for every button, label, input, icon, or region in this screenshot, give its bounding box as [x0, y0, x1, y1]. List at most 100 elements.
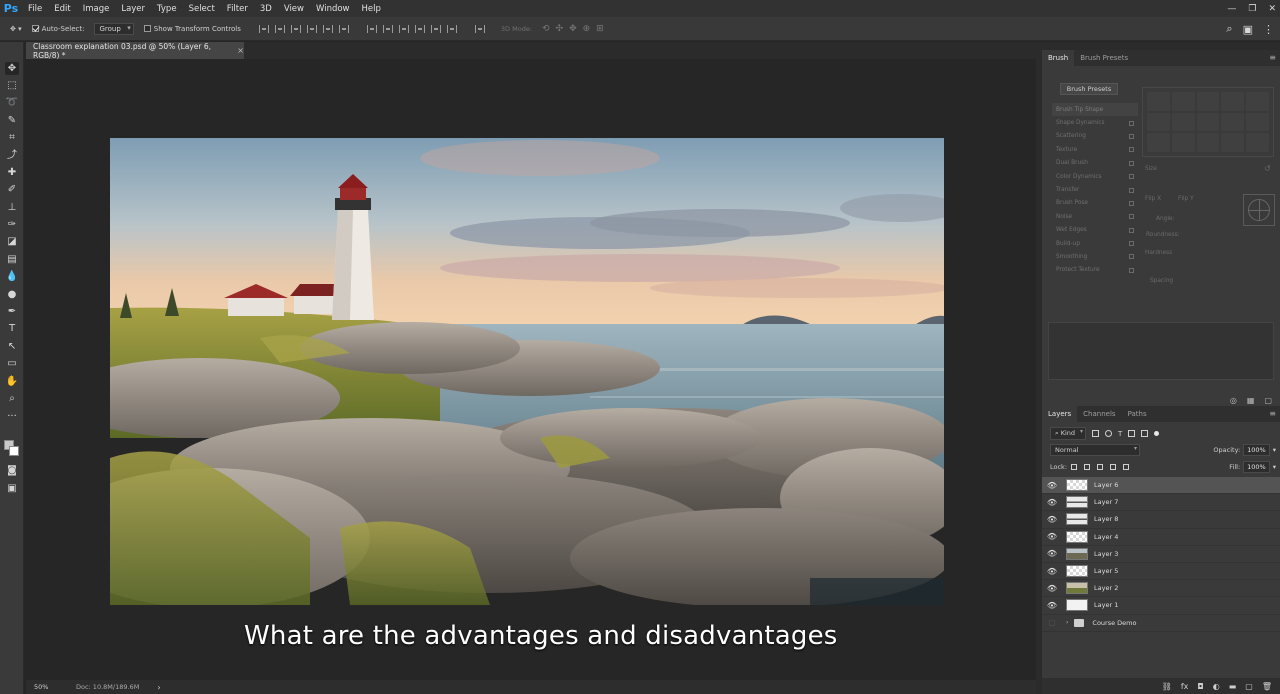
menu-window[interactable]: Window [310, 4, 356, 14]
menu-file[interactable]: File [22, 4, 48, 14]
workspace-icon[interactable]: ▣ [1243, 23, 1253, 36]
menu-view[interactable]: View [278, 4, 310, 14]
brush-tip[interactable] [1196, 92, 1220, 111]
background-color-swatch[interactable] [9, 446, 19, 456]
brush-option-row[interactable]: Protect Texture [1052, 264, 1138, 277]
lock-position-icon[interactable] [1097, 464, 1104, 470]
layer-row[interactable]: 👁 Layer 8 [1042, 511, 1280, 529]
type-tool-icon[interactable]: T [5, 322, 19, 335]
visibility-eye-icon[interactable]: 👁 [1044, 567, 1060, 576]
brush-tip[interactable] [1171, 133, 1195, 152]
brush-option-row[interactable]: Wet Edges [1052, 224, 1138, 237]
brush-tip[interactable] [1147, 112, 1170, 132]
restore-button[interactable]: ❐ [1248, 4, 1256, 14]
brush-panel-menu-icon[interactable]: ≡ [1269, 53, 1276, 62]
lock-artboard-icon[interactable] [1110, 464, 1117, 470]
new-brush-icon[interactable]: ▢ [1264, 396, 1272, 405]
show-transform-option[interactable]: Show Transform Controls [143, 25, 241, 33]
menu-3d[interactable]: 3D [254, 4, 278, 14]
lasso-tool-icon[interactable]: ➰ [5, 96, 19, 109]
flip-x-label[interactable]: Flip X [1145, 196, 1161, 202]
brush-tool-icon[interactable]: ✐ [5, 183, 19, 196]
auto-select-target-dropdown[interactable]: Group [94, 22, 134, 35]
layers-panel-menu-icon[interactable]: ≡ [1269, 409, 1276, 418]
distribute-hcenter-icon[interactable] [430, 24, 441, 33]
auto-select-checkbox[interactable] [31, 25, 39, 32]
tab-brush[interactable]: Brush [1042, 50, 1075, 66]
distribute-top-icon[interactable] [366, 24, 377, 33]
zoom-level[interactable]: 50% [26, 683, 54, 691]
menu-layer[interactable]: Layer [115, 4, 151, 14]
crop-tool-icon[interactable]: ⌗ [5, 131, 19, 144]
add-mask-icon[interactable]: ◘ [1197, 682, 1203, 691]
zoom-tool-icon[interactable]: ⌕ [5, 392, 19, 405]
menu-edit[interactable]: Edit [48, 4, 76, 14]
brush-option-row[interactable]: Smoothing [1052, 250, 1138, 263]
brush-tip[interactable] [1246, 92, 1269, 111]
close-button[interactable]: ✕ [1268, 4, 1276, 14]
tab-channels[interactable]: Channels [1077, 406, 1121, 422]
brush-option-row[interactable]: Transfer [1052, 183, 1138, 196]
visibility-toggle-icon[interactable]: ▢ [1044, 618, 1060, 627]
brush-tip[interactable] [1196, 133, 1220, 152]
gradient-tool-icon[interactable]: ▤ [5, 253, 19, 266]
brush-tip[interactable] [1171, 92, 1195, 111]
3d-mode-icons[interactable]: ⟲✣✥⊕⊞ [542, 24, 610, 34]
filter-shape-icon[interactable] [1128, 430, 1136, 437]
tab-brush-presets[interactable]: Brush Presets [1074, 50, 1134, 66]
align-right-icon[interactable] [338, 24, 349, 33]
menu-select[interactable]: Select [183, 4, 221, 14]
align-hcenter-icon[interactable] [322, 24, 333, 33]
filter-type-icon[interactable]: T [1118, 430, 1122, 438]
reset-size-icon[interactable]: ↺ [1264, 164, 1271, 173]
quick-select-tool-icon[interactable]: ✎ [5, 114, 19, 127]
healing-brush-tool-icon[interactable]: ✚ [5, 166, 19, 179]
layer-row[interactable]: 👁 Layer 1 [1042, 597, 1280, 615]
brush-option-row[interactable]: Build-up [1052, 237, 1138, 250]
brush-tip[interactable] [1171, 112, 1195, 132]
panel-grip-icon[interactable]: ⋮ [1263, 23, 1274, 36]
quick-mask-icon[interactable]: ◙ [5, 464, 19, 477]
visibility-eye-icon[interactable]: 👁 [1044, 515, 1060, 524]
more-tools-icon[interactable]: ··· [5, 410, 19, 423]
delete-layer-icon[interactable]: 🗑 [1262, 682, 1272, 691]
brush-tip[interactable] [1221, 112, 1245, 132]
toggle-live-tip-icon[interactable]: ◎ [1230, 396, 1237, 405]
adjustment-layer-icon[interactable]: ◐ [1213, 682, 1220, 691]
visibility-eye-icon[interactable]: 👁 [1044, 549, 1060, 558]
visibility-eye-icon[interactable]: 👁 [1044, 584, 1060, 593]
filter-adjustment-icon[interactable] [1105, 430, 1113, 437]
blur-tool-icon[interactable]: 💧 [5, 270, 19, 283]
rectangle-tool-icon[interactable]: ▭ [5, 357, 19, 370]
group-expand-icon[interactable]: › [1066, 619, 1068, 626]
eyedropper-tool-icon[interactable]: ⤴ [5, 149, 19, 162]
align-left-icon[interactable] [306, 24, 317, 33]
new-layer-icon[interactable]: ▢ [1245, 682, 1253, 691]
auto-align-icon[interactable] [474, 24, 485, 33]
distribute-vcenter-icon[interactable] [382, 24, 393, 33]
brush-presets-button[interactable]: Brush Presets [1060, 83, 1118, 95]
brush-option-row[interactable]: Color Dynamics [1052, 170, 1138, 183]
auto-select-option[interactable]: Auto-Select: [31, 25, 84, 33]
align-top-icon[interactable] [258, 24, 269, 33]
pen-tool-icon[interactable]: ✒ [5, 305, 19, 318]
brush-tip[interactable] [1246, 133, 1269, 152]
brush-option-row[interactable]: Noise [1052, 210, 1138, 223]
visibility-eye-icon[interactable]: 👁 [1044, 481, 1060, 490]
layer-row[interactable]: 👁 Layer 5 [1042, 563, 1280, 581]
layer-row[interactable]: 👁 Layer 7 [1042, 494, 1280, 512]
screen-mode-icon[interactable]: ▣ [5, 482, 19, 495]
filter-pixel-icon[interactable] [1092, 430, 1100, 437]
move-tool-icon[interactable]: ✥ [5, 62, 19, 75]
search-icon[interactable]: ⌕ [1226, 22, 1232, 36]
document-tab[interactable]: Classroom explanation 03.psd @ 50% (Laye… [26, 42, 244, 60]
opacity-value[interactable]: 100% [1243, 444, 1270, 456]
brush-tip[interactable] [1221, 92, 1245, 111]
marquee-tool-icon[interactable]: ⬚ [5, 79, 19, 92]
brush-option-row[interactable]: Scattering [1052, 130, 1138, 143]
show-transform-checkbox[interactable] [143, 25, 151, 32]
brush-tip[interactable] [1196, 112, 1220, 132]
path-select-tool-icon[interactable]: ↖ [5, 340, 19, 353]
menu-type[interactable]: Type [151, 4, 183, 14]
fill-value[interactable]: 100% [1243, 461, 1270, 473]
